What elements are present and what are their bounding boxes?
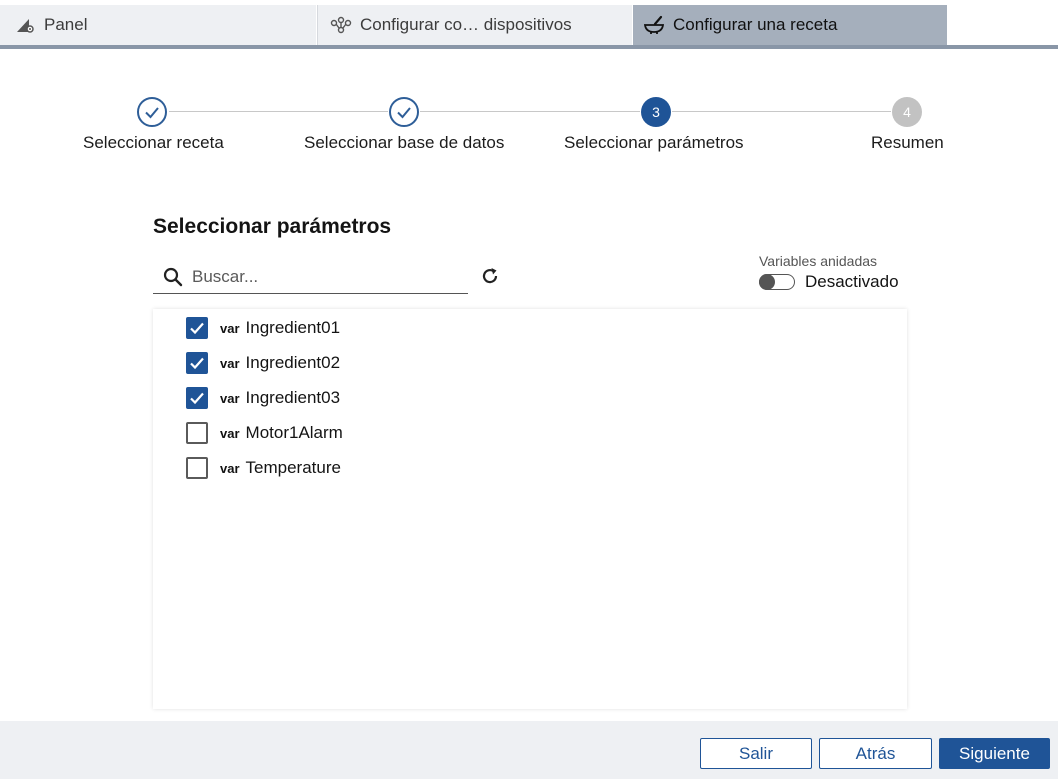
var-tag: var (220, 355, 240, 371)
step-3-label: Seleccionar parámetros (564, 133, 744, 152)
tab-label: Configurar co… dispositivos (360, 15, 572, 34)
panel-wrench-icon (14, 14, 36, 36)
tab-bar: Panel Configurar co… dispositivos Config… (0, 0, 1058, 49)
nested-variables-toggle[interactable] (759, 273, 795, 290)
list-item[interactable]: var Motor1Alarm (186, 420, 343, 446)
item-name: Temperature (245, 458, 341, 477)
checkbox-checked[interactable] (186, 317, 208, 339)
tab-panel[interactable]: Panel (0, 5, 316, 45)
list-item[interactable]: var Temperature (186, 455, 341, 481)
back-button[interactable]: Atrás (819, 738, 932, 769)
next-button[interactable]: Siguiente (939, 738, 1050, 769)
item-name: Ingredient02 (245, 353, 341, 372)
tab-configure-recipe[interactable]: Configurar una receta (633, 5, 947, 45)
step-4-number: 4 (903, 104, 911, 120)
checkbox-checked[interactable] (186, 352, 208, 374)
var-tag: var (220, 390, 240, 406)
search-icon (162, 266, 184, 288)
nested-variables-label: Variables anidadas (759, 253, 878, 269)
search-box (153, 260, 468, 294)
tab-label: Configurar una receta (673, 15, 838, 34)
nested-variables-row: Desactivado (759, 272, 899, 292)
list-item[interactable]: var Ingredient03 (186, 385, 340, 411)
step-connector (420, 111, 640, 112)
step-4-label: Resumen (871, 133, 944, 152)
list-item[interactable]: var Ingredient02 (186, 350, 340, 376)
step-3-circle: 3 (641, 97, 671, 127)
item-name: Ingredient03 (245, 388, 341, 407)
step-connector (169, 111, 388, 112)
checkbox-unchecked[interactable] (186, 422, 208, 444)
step-1-label: Seleccionar receta (83, 133, 224, 152)
item-name: Motor1Alarm (245, 423, 343, 442)
wizard-stepper: Seleccionar receta Seleccionar base de d… (0, 95, 1058, 165)
tab-label: Panel (44, 15, 88, 34)
parameter-list: var Ingredient01 var Ingredient02 var In… (153, 309, 907, 709)
step-2-check-icon (389, 97, 419, 127)
tab-underline (0, 45, 1058, 49)
checkbox-unchecked[interactable] (186, 457, 208, 479)
step-3-number: 3 (652, 104, 660, 120)
checkbox-checked[interactable] (186, 387, 208, 409)
tab-configure-devices[interactable]: Configurar co… dispositivos (317, 5, 632, 45)
step-4-circle: 4 (892, 97, 922, 127)
list-item[interactable]: var Ingredient01 (186, 315, 340, 341)
item-name: Ingredient01 (245, 318, 341, 337)
nested-variables-control: Variables anidadas Desactivado (759, 253, 899, 292)
nested-variables-state: Desactivado (805, 272, 899, 291)
devices-network-icon (330, 14, 352, 36)
page-title: Seleccionar parámetros (153, 215, 392, 238)
search-input[interactable] (192, 266, 452, 287)
var-tag: var (220, 320, 240, 336)
step-connector (672, 111, 891, 112)
exit-button[interactable]: Salir (700, 738, 812, 769)
step-1-check-icon (137, 97, 167, 127)
var-tag: var (220, 460, 240, 476)
mortar-pestle-icon (643, 14, 665, 36)
refresh-icon[interactable] (478, 264, 502, 288)
step-2-label: Seleccionar base de datos (304, 133, 505, 152)
toggle-knob (759, 273, 775, 290)
var-tag: var (220, 425, 240, 441)
